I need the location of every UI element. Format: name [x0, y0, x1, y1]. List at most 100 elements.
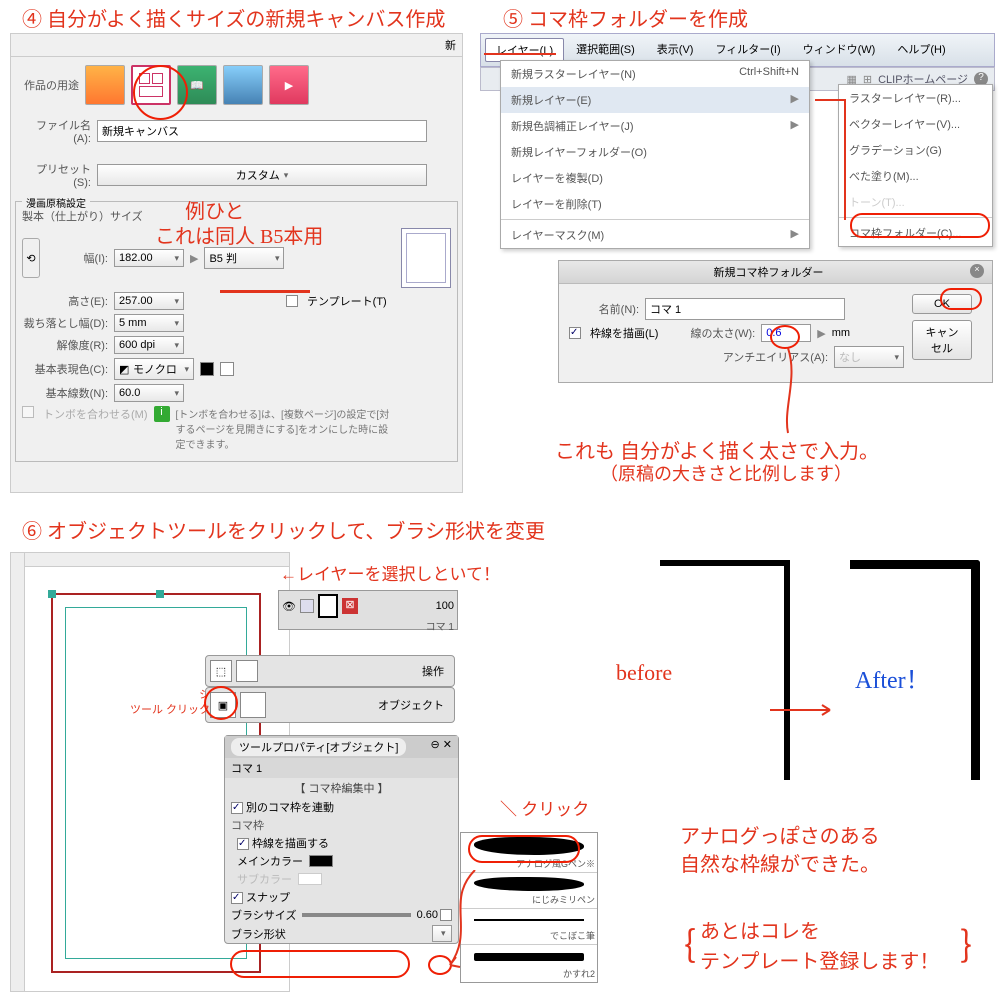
menu-select[interactable]: 選択範囲(S)	[566, 38, 645, 62]
annotation-result2: 自然な枠線ができた。	[680, 848, 880, 877]
width-label: 幅(I):	[48, 250, 108, 266]
menu-layer[interactable]: レイヤー(L)	[485, 38, 564, 62]
menu-new-adj[interactable]: 新規色調補正レイヤー(J)▶	[501, 113, 809, 139]
purpose-icon-book[interactable]: 📖	[177, 65, 217, 105]
subtool-object-icon[interactable]: ▣	[210, 692, 236, 718]
subtool-other-icon[interactable]	[240, 692, 266, 718]
template-checkbox[interactable]	[286, 295, 298, 307]
menu-view[interactable]: 表示(V)	[647, 38, 704, 62]
color-swatch-black[interactable]	[200, 362, 214, 376]
submenu-gradient[interactable]: グラデーション(G)	[839, 137, 992, 163]
brush-item-1[interactable]: にじみミリペン	[461, 873, 597, 909]
tool-icon-operation[interactable]: ⬚	[210, 660, 232, 682]
layer-thumbnail[interactable]	[318, 594, 338, 618]
menu-window[interactable]: ウィンドウ(W)	[793, 38, 886, 62]
dialog-title-partial: 新	[11, 34, 462, 57]
layer-panel: 👁 ⊠ 100 コマ 1	[278, 590, 458, 630]
tp-snap-checkbox[interactable]	[231, 892, 243, 904]
menu-new-layer[interactable]: 新規レイヤー(E)▶	[501, 87, 809, 113]
bleed-combo[interactable]: 5 mm	[114, 314, 184, 332]
new-canvas-dialog: 新 作品の用途 📖 ▶ ファイル名(A): 新規キャンバス プリセット(S): …	[10, 33, 463, 493]
panel-menu-icon[interactable]: ⊖ ✕	[431, 738, 453, 756]
layer-opacity[interactable]: 100	[436, 600, 454, 612]
info-icon: i	[154, 406, 170, 422]
resolution-combo[interactable]: 600 dpi	[114, 336, 184, 354]
colormode-combo[interactable]: ◩ モノクロ	[114, 358, 194, 380]
annotation-6-title: ⑥ オブジェクトツールをクリックして、ブラシ形状を変更	[22, 515, 545, 544]
purpose-icon-comic[interactable]	[131, 65, 171, 105]
submenu-raster[interactable]: ラスターレイヤー(R)...	[839, 85, 992, 111]
tp-link-checkbox[interactable]	[231, 802, 243, 814]
color-swatch-white[interactable]	[220, 362, 234, 376]
tp-subcolor-label: サブカラー	[237, 871, 292, 887]
tool-property-panel: ツールプロパティ[オブジェクト] ⊖ ✕ コマ 1 【 コマ枠編集中 】 別のコ…	[224, 735, 459, 944]
ok-button[interactable]: OK	[912, 294, 972, 314]
handle-nw[interactable]	[48, 590, 56, 598]
layer-name[interactable]: コマ 1	[282, 618, 454, 633]
purpose-label: 作品の用途	[19, 77, 79, 93]
cancel-button[interactable]: キャンセル	[912, 320, 972, 360]
antialias-label: アンチエイリアス(A):	[723, 349, 828, 365]
preset-combo[interactable]: カスタム	[97, 164, 427, 186]
menu-new-raster[interactable]: 新規ラスターレイヤー(N)Ctrl+Shift+N	[501, 61, 809, 87]
tp-frame-group: コマ枠	[225, 816, 458, 834]
tp-snap-label: スナップ	[246, 892, 290, 904]
handle-n[interactable]	[156, 590, 164, 598]
annotation-final2: テンプレート登録します！	[700, 945, 939, 974]
tool-icon-b[interactable]	[236, 660, 258, 682]
size-preset-combo[interactable]: B5 判	[204, 247, 284, 269]
subtool-palette: ▣ オブジェクト	[205, 687, 455, 723]
frame-before	[660, 560, 790, 780]
filename-input[interactable]: 新規キャンバス	[97, 120, 427, 142]
menu-mask[interactable]: レイヤーマスク(M)▶	[501, 222, 809, 248]
brush-item-2[interactable]: でこぼこ筆	[461, 909, 597, 945]
linecount-label: 基本線数(N):	[22, 385, 108, 401]
layer-dropdown: 新規ラスターレイヤー(N)Ctrl+Shift+N 新規レイヤー(E)▶ 新規色…	[500, 60, 810, 249]
annotation-select-layer: ←レイヤーを選択しといて！	[280, 560, 500, 585]
ruler-horizontal	[11, 553, 289, 567]
tool-property-title: ツールプロパティ[オブジェクト]	[231, 738, 406, 756]
menu-filter[interactable]: フィルター(I)	[705, 38, 790, 62]
orientation-toggle[interactable]: ⟲	[22, 238, 40, 278]
tp-brushshape-dropdown[interactable]	[432, 925, 452, 942]
submenu-fill[interactable]: べた塗り(M)...	[839, 163, 992, 189]
tombo-label: トンボを合わせる(M)	[43, 406, 148, 422]
tp-drawborder-checkbox[interactable]	[237, 838, 249, 850]
close-icon[interactable]: ×	[970, 264, 984, 278]
purpose-icon-scene[interactable]	[223, 65, 263, 105]
menu-dup[interactable]: レイヤーを複製(D)	[501, 165, 809, 191]
purpose-icon-video[interactable]: ▶	[269, 65, 309, 105]
menu-help[interactable]: ヘルプ(H)	[887, 38, 955, 62]
menu-del[interactable]: レイヤーを削除(T)	[501, 191, 809, 217]
width-input[interactable]: 182.00	[114, 249, 184, 267]
linewidth-unit: mm	[832, 327, 850, 339]
frame-name-label: 名前(N):	[569, 301, 639, 317]
tp-brushsize-value[interactable]: 0.60	[417, 909, 438, 921]
drawborder-checkbox[interactable]	[569, 327, 581, 339]
submenu-frame-folder[interactable]: コマ枠フォルダー(C)...	[839, 220, 992, 246]
tp-frame-name: コマ 1	[225, 758, 458, 778]
purpose-icon-illustration[interactable]	[85, 65, 125, 105]
tp-link-label: 別のコマ枠を連動	[246, 802, 334, 814]
annotation-result1: アナログっぽさのある	[680, 820, 880, 849]
submenu-vector[interactable]: ベクターレイヤー(V)...	[839, 111, 992, 137]
menu-new-folder[interactable]: 新規レイヤーフォルダー(O)	[501, 139, 809, 165]
brush-item-0[interactable]: アナログ風Gペン※	[461, 833, 597, 873]
tp-maincolor-swatch[interactable]	[309, 855, 333, 867]
eye-icon[interactable]: 👁	[282, 600, 296, 613]
linecount-combo[interactable]: 60.0	[114, 384, 184, 402]
height-input[interactable]: 257.00	[114, 292, 184, 310]
frame-name-input[interactable]: コマ 1	[645, 298, 845, 320]
annotation-click: ＼ クリック	[500, 795, 589, 820]
brush-item-3[interactable]: かすれ2	[461, 945, 597, 982]
tp-brushsize-slider[interactable]	[302, 913, 410, 917]
layer-warn-icon: ⊠	[342, 598, 358, 614]
colormode-label: 基本表現色(C):	[22, 361, 108, 377]
tp-brushsize-chip[interactable]	[440, 909, 452, 921]
layer-color-chip[interactable]	[300, 599, 314, 613]
bleed-label: 裁ち落とし幅(D):	[22, 315, 108, 331]
submenu-tone[interactable]: トーン(T)...	[839, 189, 992, 215]
antialias-combo[interactable]: なし	[834, 346, 904, 368]
linewidth-input[interactable]: 0.6	[761, 324, 811, 342]
circle-brush-dropdown	[428, 955, 452, 975]
